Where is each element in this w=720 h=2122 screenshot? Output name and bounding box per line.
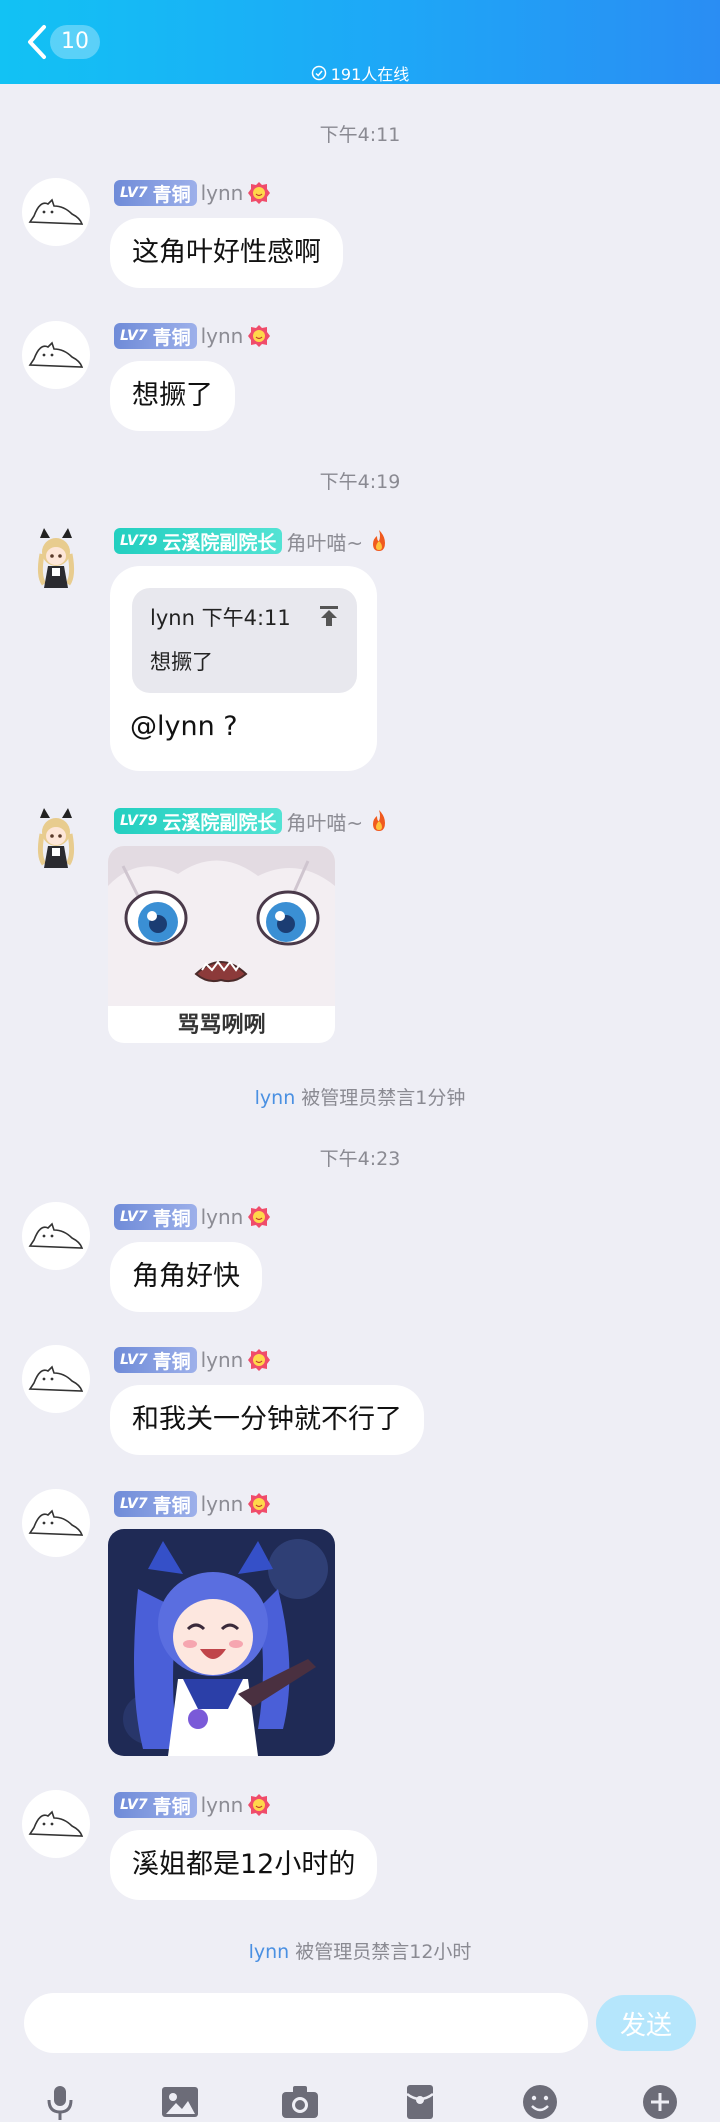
sender-meta: LV7 青铜 lynn [114, 1790, 271, 1820]
message-bubble[interactable]: 这角叶好性感啊 [110, 218, 343, 288]
avatar-lynn[interactable] [22, 1345, 90, 1413]
sender-name[interactable]: lynn [201, 181, 244, 205]
level-badge: LV7 青铜 [114, 323, 197, 349]
sender-meta: LV7 青铜 lynn [114, 1489, 271, 1519]
avatar-lynn[interactable] [22, 1489, 90, 1557]
sender-meta: LV79 云溪院副院长 角叶喵~ [114, 806, 391, 836]
jump-to-message-icon[interactable] [317, 604, 341, 628]
sender-meta: LV7 青铜 lynn [114, 321, 271, 351]
system-notice-text: 被管理员禁言12小时 [289, 1941, 472, 1963]
level-badge: LV7 青铜 [114, 180, 197, 206]
system-notice-user[interactable]: lynn [249, 1941, 290, 1963]
sender-meta: LV7 青铜 lynn [114, 178, 271, 208]
level-badge: LV7 青铜 [114, 1792, 197, 1818]
message-bubble[interactable]: 和我关一分钟就不行了 [110, 1385, 424, 1455]
online-count-text: 191人在线 [330, 65, 410, 84]
unread-count-badge[interactable]: 10 [50, 25, 100, 59]
sticker-caption: 骂骂咧咧 [177, 1013, 266, 1038]
level-badge: LV7 青铜 [114, 1204, 197, 1230]
time-separator: 下午4:23 [319, 1148, 401, 1170]
sender-meta: LV7 青铜 lynn [114, 1202, 271, 1232]
fire-icon [373, 810, 386, 831]
sticker-image[interactable]: 骂骂咧咧 [108, 846, 335, 1043]
back-chevron-icon[interactable] [26, 24, 48, 60]
camera-icon[interactable] [280, 2084, 320, 2120]
sender-name[interactable]: lynn [201, 324, 244, 348]
avatar-jiaoye[interactable] [22, 526, 90, 594]
send-button[interactable]: 发送 [596, 1995, 696, 2051]
smiley-badge-icon [248, 1349, 271, 1371]
quoted-message[interactable]: lynn 下午4:11 想撅了 [132, 588, 357, 693]
emoji-icon[interactable] [520, 2084, 560, 2120]
image-icon[interactable] [160, 2084, 200, 2120]
system-notice: lynn 被管理员禁言1分钟 [0, 1083, 720, 1110]
online-count[interactable]: 191人在线 [0, 62, 720, 84]
time-separator: 下午4:19 [319, 471, 401, 493]
quote-text: 想撅了 [150, 650, 213, 674]
smiley-badge-icon [248, 182, 271, 204]
fire-icon [373, 530, 386, 551]
smiley-badge-icon [248, 325, 271, 347]
avatar-lynn[interactable] [22, 321, 90, 389]
reply-text: @lynn ? [130, 711, 238, 742]
sender-meta: LV79 云溪院副院长 角叶喵~ [114, 526, 391, 556]
sender-name[interactable]: lynn [201, 1793, 244, 1817]
chat-header: 10 191人在线 [0, 0, 720, 84]
avatar-lynn[interactable] [22, 1790, 90, 1858]
avatar-lynn[interactable] [22, 178, 90, 246]
message-bubble[interactable]: 溪姐都是12小时的 [110, 1830, 378, 1900]
input-bar: 发送 [0, 1980, 720, 2122]
sender-name[interactable]: lynn [201, 1205, 244, 1229]
microphone-icon[interactable] [40, 2084, 80, 2120]
message-bubble[interactable]: 想撅了 [110, 361, 235, 431]
system-notice-text: 被管理员禁言1分钟 [295, 1087, 466, 1109]
sender-meta: LV7 青铜 lynn [114, 1345, 271, 1375]
time-separator: 下午4:11 [319, 124, 401, 146]
level-badge: LV79 云溪院副院长 [114, 528, 283, 554]
online-check-icon [311, 65, 326, 81]
level-badge: LV7 青铜 [114, 1347, 197, 1373]
level-badge: LV7 青铜 [114, 1491, 197, 1517]
message-bubble[interactable]: 角角好快 [110, 1242, 262, 1312]
level-badge: LV79 云溪院副院长 [114, 808, 283, 834]
reply-message-bubble[interactable]: lynn 下午4:11 想撅了 @lynn ? [110, 566, 377, 771]
sender-name[interactable]: 角叶喵~ [286, 807, 363, 836]
smiley-badge-icon [248, 1206, 271, 1228]
avatar-jiaoye[interactable] [22, 806, 90, 874]
red-packet-icon[interactable] [400, 2084, 440, 2120]
plus-icon[interactable] [640, 2084, 680, 2120]
quote-header: lynn 下午4:11 [150, 606, 291, 630]
sender-name[interactable]: 角叶喵~ [286, 527, 363, 556]
avatar-lynn[interactable] [22, 1202, 90, 1270]
sender-name[interactable]: lynn [201, 1492, 244, 1516]
message-input[interactable] [24, 1993, 588, 2053]
smiley-badge-icon [248, 1493, 271, 1515]
system-notice: lynn 被管理员禁言12小时 [0, 1937, 720, 1964]
smiley-badge-icon [248, 1794, 271, 1816]
sticker-image[interactable] [108, 1529, 335, 1756]
system-notice-user[interactable]: lynn [255, 1087, 296, 1109]
sender-name[interactable]: lynn [201, 1348, 244, 1372]
